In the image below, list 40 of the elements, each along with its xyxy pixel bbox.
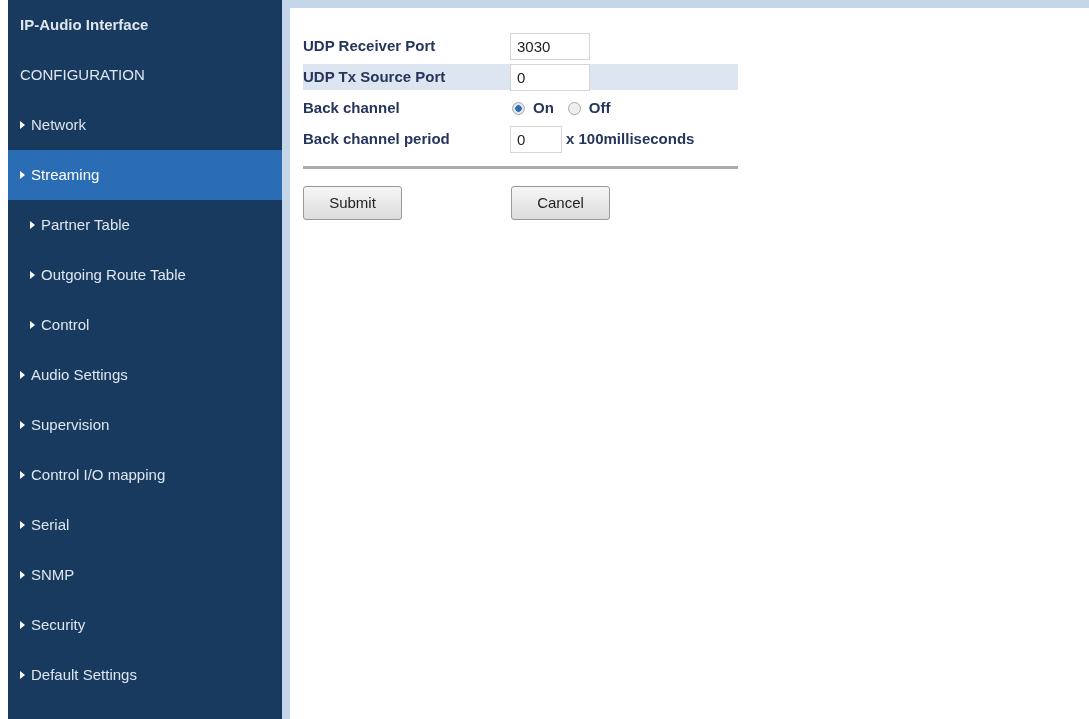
radio-label: On <box>533 97 554 118</box>
field-label: Back channel <box>303 97 401 118</box>
nav-item[interactable]: SNMP <box>8 550 282 600</box>
form-button[interactable]: Cancel <box>511 186 610 220</box>
caret-icon <box>20 571 25 579</box>
field-label: UDP Tx Source Port <box>303 66 447 87</box>
section-heading: CONFIGURATION <box>20 64 145 85</box>
nav-item[interactable]: Control I/O mapping <box>8 450 282 500</box>
nav-item[interactable]: Default Settings <box>8 650 282 700</box>
nav-item[interactable]: Serial <box>8 500 282 550</box>
radio-button[interactable] <box>567 101 581 115</box>
caret-icon <box>30 321 35 329</box>
caret-icon <box>30 271 35 279</box>
radio-label: Off <box>588 97 611 118</box>
caret-icon <box>20 621 25 629</box>
caret-icon <box>20 521 25 529</box>
radio-button[interactable] <box>512 101 525 115</box>
caret-icon <box>20 671 25 679</box>
nav-item[interactable]: Partner Table <box>8 200 282 250</box>
nav-item[interactable]: Outgoing Route Table <box>8 250 282 300</box>
nav-item[interactable]: Audio Settings <box>8 350 282 400</box>
field-label: Back channel period <box>303 128 451 149</box>
nav-item[interactable]: Security <box>8 600 282 650</box>
caret-icon <box>20 421 25 429</box>
nav-item[interactable]: Streaming <box>8 150 282 200</box>
nav-item[interactable]: Supervision <box>8 400 282 450</box>
caret-icon <box>20 371 25 379</box>
input-field[interactable]: 3030 <box>510 32 590 60</box>
nav-item[interactable]: Control <box>8 300 282 350</box>
input-field[interactable]: 0 <box>510 125 562 153</box>
caret-icon <box>20 171 25 179</box>
field-label: UDP Receiver Port <box>303 35 437 56</box>
caret-icon <box>30 221 35 229</box>
unit-label: x 100milliseconds <box>566 128 695 149</box>
nav-item[interactable]: Network <box>8 100 282 150</box>
caret-icon <box>20 121 25 129</box>
app-title: IP-Audio Interface <box>20 14 149 35</box>
caret-icon <box>20 471 25 479</box>
input-field[interactable]: 0 <box>510 63 590 91</box>
form-button[interactable]: Submit <box>303 186 402 220</box>
